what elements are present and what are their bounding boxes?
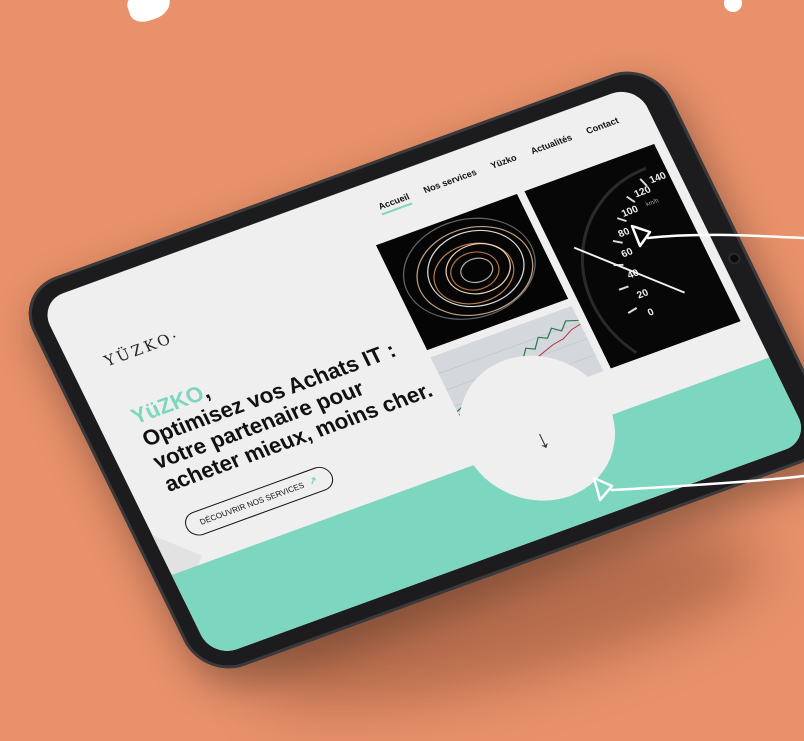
nav-item-contact[interactable]: Contact: [584, 115, 622, 139]
paint-dot: [724, 0, 742, 12]
nav-item-yuzko[interactable]: Yüzko: [489, 153, 520, 175]
site-logo[interactable]: YÜZKO·: [101, 327, 183, 370]
nav-item-actualites[interactable]: Actualités: [529, 132, 576, 159]
cta-label: DÉCOUVRIR NOS SERVICES: [198, 480, 306, 527]
arrow-up-right-icon: ↗: [307, 475, 320, 488]
paint-stroke: [124, 0, 174, 26]
camera-icon: [728, 253, 740, 264]
nav-item-services[interactable]: Nos services: [422, 167, 480, 199]
nav-item-accueil[interactable]: Accueil: [377, 192, 413, 216]
